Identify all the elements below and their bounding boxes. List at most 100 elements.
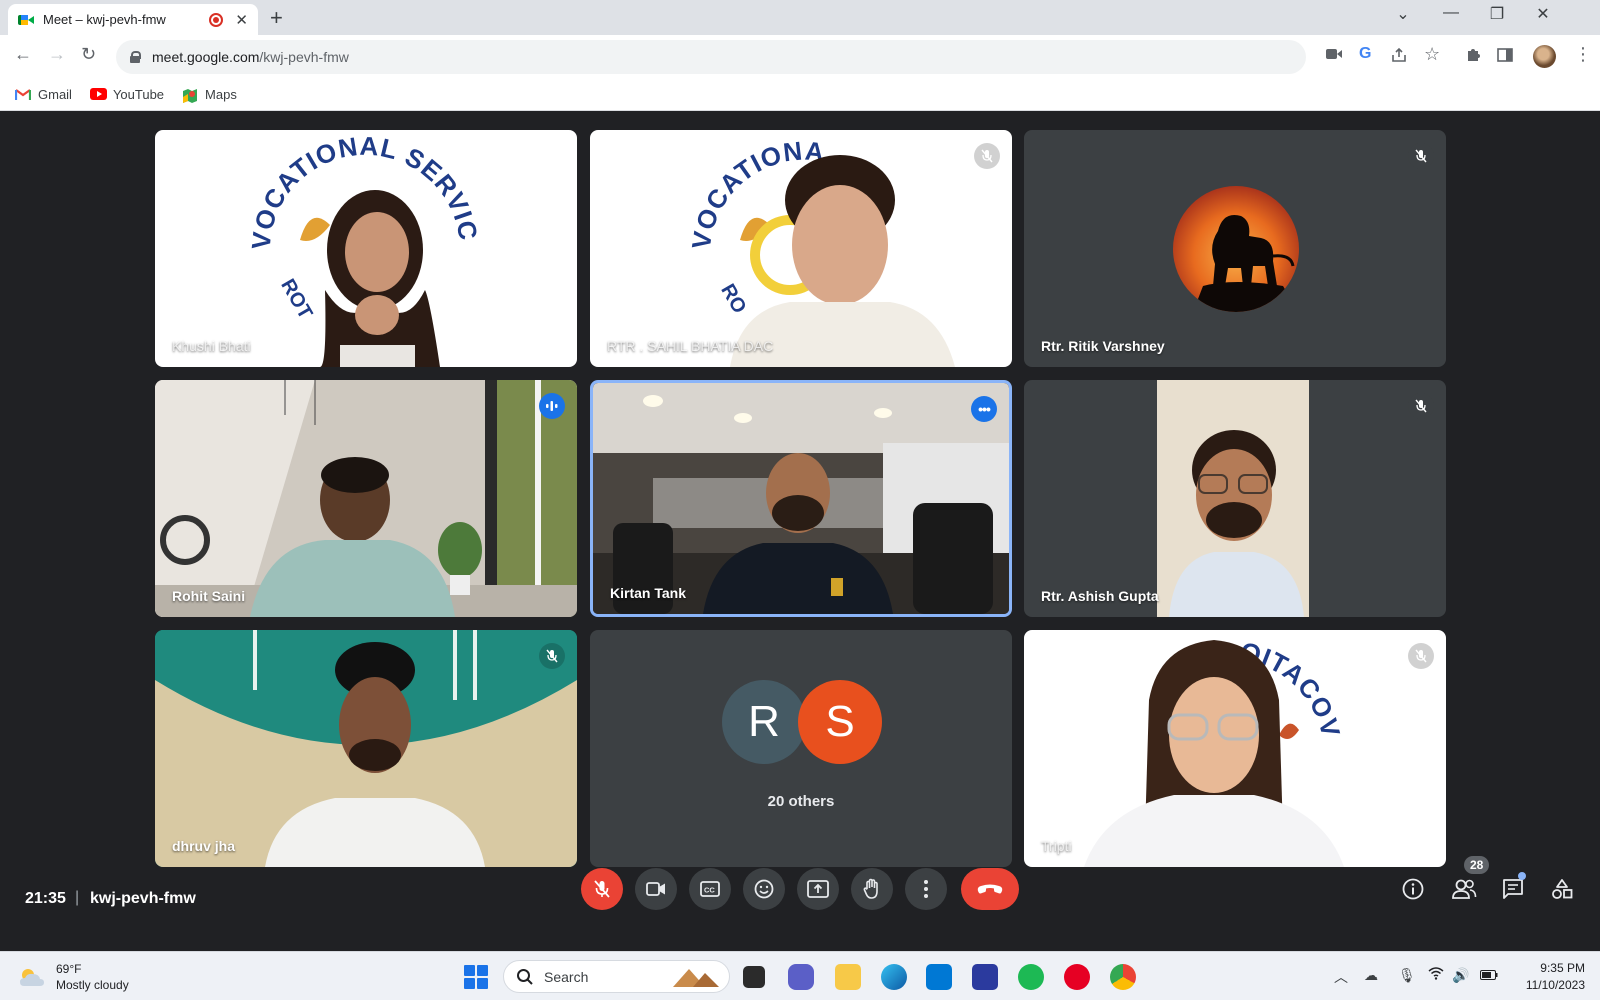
mic-off-icon: [1408, 143, 1434, 169]
more-options-icon[interactable]: •••: [971, 396, 997, 422]
camera-toggle-button[interactable]: [635, 868, 677, 910]
leave-call-button[interactable]: [961, 868, 1019, 910]
share-icon[interactable]: [1391, 47, 1407, 67]
browser-toolbar: ← → ↻ meet.google.com/kwj-pevh-fmw G ☆ ⋮: [0, 35, 1600, 78]
meet-stage: VOCATIONAL SERVICES ROT Khushi Bhati VOC…: [0, 111, 1600, 951]
reload-icon[interactable]: ↻: [81, 44, 96, 65]
pinterest-icon[interactable]: [1064, 964, 1090, 990]
hand-icon: [863, 878, 878, 899]
onedrive-icon[interactable]: ☁: [1364, 967, 1378, 984]
windows-start-icon[interactable]: [464, 965, 488, 989]
back-arrow-icon[interactable]: ←: [14, 44, 32, 65]
new-tab-button[interactable]: +: [270, 5, 283, 31]
participant-count-badge: 28: [1464, 856, 1490, 874]
participant-name: Kirtan Tank: [610, 585, 686, 601]
activities-icon[interactable]: [1551, 878, 1573, 905]
camera-icon: [646, 882, 665, 896]
battery-icon[interactable]: [1480, 967, 1498, 983]
edge-icon[interactable]: [881, 964, 907, 990]
search-icon: [517, 968, 533, 985]
speaking-indicator-icon: [539, 393, 565, 419]
side-panel-icon[interactable]: [1497, 47, 1513, 67]
others-count: 20 others: [767, 793, 835, 810]
tile-video: [155, 630, 577, 867]
present-screen-button[interactable]: [797, 868, 839, 910]
phone-hangup-icon: [977, 884, 1003, 894]
tab-meet[interactable]: Meet – kwj-pevh-fmw ✕: [8, 4, 258, 35]
participant-tile[interactable]: OITACOV Tripti: [1024, 630, 1446, 867]
participant-tile[interactable]: ••• Kirtan Tank: [590, 380, 1012, 617]
microphone-icon[interactable]: 🎙: [1398, 967, 1416, 984]
teams-chat-icon[interactable]: [788, 964, 814, 990]
app-icon[interactable]: [972, 964, 998, 990]
participant-tile[interactable]: VOCATIONAL SERVICES ROT Khushi Bhati: [155, 130, 577, 367]
avatar: R: [722, 680, 806, 764]
weather-widget[interactable]: 69°F Mostly cloudy: [18, 961, 129, 993]
chrome-icon[interactable]: [1110, 964, 1136, 990]
more-options-button[interactable]: [905, 868, 947, 910]
chat-icon[interactable]: [1502, 878, 1524, 905]
camera-in-use-icon[interactable]: [1326, 47, 1342, 64]
clock-time: 9:35 PM: [1540, 961, 1585, 975]
others-tile[interactable]: R S 20 others: [590, 630, 1012, 867]
tab-close-icon[interactable]: ✕: [235, 11, 248, 29]
meeting-clock: 21:35: [25, 890, 66, 907]
weather-condition: Mostly cloudy: [56, 978, 129, 992]
logo-small: ROT: [276, 275, 316, 323]
google-lens-icon[interactable]: G: [1359, 45, 1371, 63]
captions-icon: CC: [700, 881, 720, 897]
participant-name: RTR . SAHIL BHATIA DAC: [607, 338, 774, 354]
mic-toggle-button[interactable]: [581, 868, 623, 910]
participant-tile[interactable]: dhruv jha: [155, 630, 577, 867]
window-close-icon[interactable]: ✕: [1520, 4, 1566, 24]
bookmark-gmail[interactable]: Gmail: [14, 86, 72, 102]
participant-avatar: [1173, 186, 1299, 312]
address-bar[interactable]: meet.google.com/kwj-pevh-fmw: [116, 40, 1306, 74]
tab-search-chevron-icon[interactable]: ⌄: [1380, 4, 1426, 24]
svg-text:CC: CC: [704, 886, 715, 895]
participant-tile[interactable]: VOCATIONA RO RTR . SAHIL BHATIA DAC: [590, 130, 1012, 367]
participant-tile[interactable]: Rohit Saini: [155, 380, 577, 617]
mic-off-icon: [974, 143, 1000, 169]
spotify-icon[interactable]: [1018, 964, 1044, 990]
participant-tile[interactable]: Rtr. Ashish Gupta: [1024, 380, 1446, 617]
bookmark-maps[interactable]: Maps: [182, 86, 237, 103]
chrome-menu-icon[interactable]: ⋮: [1574, 44, 1592, 65]
lock-icon: [130, 51, 141, 63]
minimize-icon[interactable]: —: [1428, 4, 1474, 22]
file-explorer-icon[interactable]: [835, 964, 861, 990]
restore-icon[interactable]: ❐: [1474, 4, 1520, 24]
forward-arrow-icon[interactable]: →: [48, 44, 66, 65]
microsoft-store-icon[interactable]: [926, 964, 952, 990]
system-clock[interactable]: 9:35 PM 11/10/2023: [1515, 960, 1585, 994]
people-icon[interactable]: [1451, 878, 1477, 905]
cloudy-weather-icon: [18, 966, 46, 988]
bookmark-label: Maps: [205, 86, 237, 102]
extensions-icon[interactable]: [1465, 47, 1481, 67]
browser-tab-strip: Meet – kwj-pevh-fmw ✕ + ⌄ — ❐ ✕: [0, 0, 1600, 35]
meeting-details-icon[interactable]: [1402, 878, 1424, 905]
maps-icon: [182, 88, 198, 103]
participant-tile[interactable]: Rtr. Ritik Varshney: [1024, 130, 1446, 367]
participant-name: Rtr. Ashish Gupta: [1041, 588, 1159, 604]
tile-video: VOCATIONA RO: [686, 135, 955, 367]
reactions-button[interactable]: [743, 868, 785, 910]
task-view-icon[interactable]: [743, 966, 765, 988]
mic-off-icon: [594, 880, 610, 898]
bookmarks-bar: Gmail YouTube Maps: [0, 78, 1600, 111]
emoji-icon: [754, 879, 774, 899]
tile-video: [593, 383, 1009, 614]
bookmark-star-icon[interactable]: ☆: [1424, 44, 1440, 65]
tile-video: [1157, 380, 1309, 617]
wifi-icon[interactable]: [1428, 967, 1444, 983]
bookmark-label: Gmail: [38, 86, 72, 102]
taskbar-search-input[interactable]: Search: [503, 960, 730, 993]
bookmark-youtube[interactable]: YouTube: [89, 87, 164, 102]
tile-video: OITACOV: [1084, 636, 1345, 867]
recording-icon: [209, 12, 224, 27]
profile-avatar[interactable]: [1533, 45, 1556, 68]
captions-button[interactable]: CC: [689, 868, 731, 910]
show-hidden-icons-chevron-icon[interactable]: ︿: [1334, 967, 1348, 987]
volume-icon[interactable]: 🔊: [1452, 967, 1469, 984]
raise-hand-button[interactable]: [851, 868, 893, 910]
